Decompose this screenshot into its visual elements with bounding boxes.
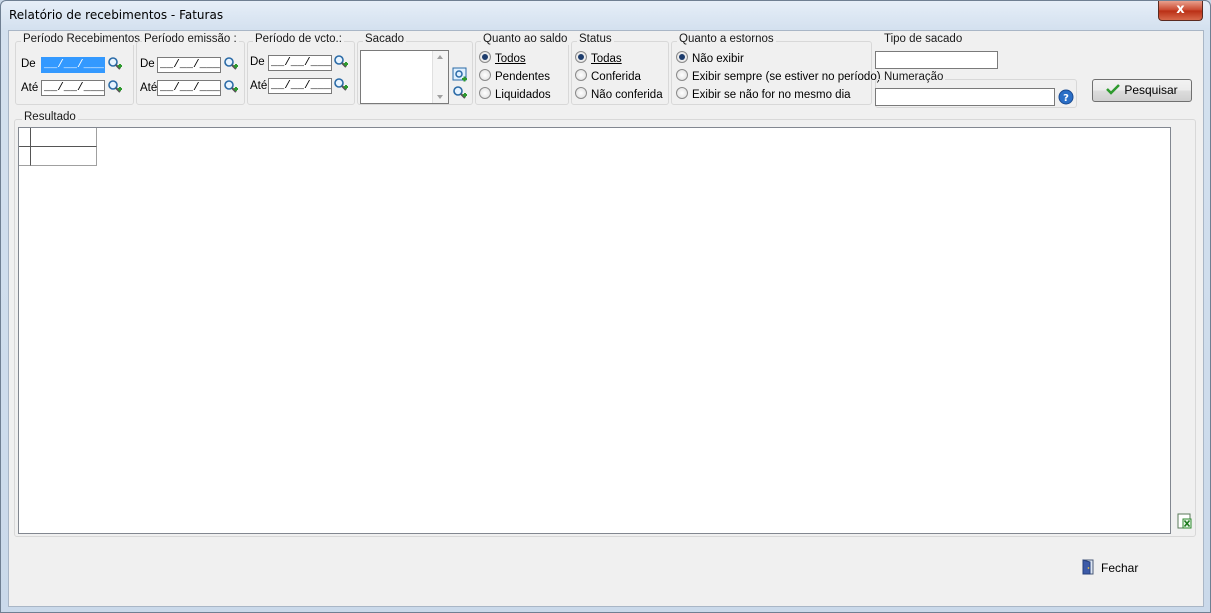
radio-checked-icon — [479, 51, 491, 63]
grid-row-indicator[interactable] — [19, 147, 31, 166]
app-window: Relatório de recebimentos - Faturas x Pe… — [0, 0, 1211, 613]
excel-export-icon[interactable] — [1176, 513, 1192, 529]
radio-label: Exibir sempre (se estiver no período) — [692, 71, 881, 83]
group-label-tipo-sacado: Tipo de sacado — [882, 33, 965, 45]
tipo-sacado-field[interactable] — [875, 51, 998, 69]
radio-label: Pendentes — [495, 71, 550, 83]
fechar-label: Fechar — [1101, 561, 1139, 575]
label-ate: Até — [21, 82, 39, 94]
radio-saldo-todos[interactable]: Todos — [479, 51, 526, 67]
window-title: Relatório de recebimentos - Faturas — [9, 8, 224, 22]
group-label-estornos: Quanto a estornos — [677, 33, 776, 45]
radio-saldo-pendentes[interactable]: Pendentes — [479, 69, 550, 85]
radio-estornos-nao-exibir[interactable]: Não exibir — [676, 51, 744, 67]
group-periodo-vcto: Período de vcto.: — [247, 33, 355, 105]
label-de: De — [250, 56, 265, 68]
radio-unchecked-icon — [676, 69, 688, 81]
date-field-vcto-de[interactable]: __/__/____ — [268, 55, 332, 71]
label-ate: Até — [250, 80, 268, 92]
radio-label: Todos — [495, 53, 526, 65]
radio-saldo-liquidados[interactable]: Liquidados — [479, 87, 551, 103]
scroll-down-icon[interactable] — [437, 95, 443, 99]
group-label-periodo-recebimentos: Período Recebimentos — [21, 33, 142, 45]
radio-unchecked-icon — [479, 87, 491, 99]
radio-label: Todas — [591, 53, 622, 65]
radio-unchecked-icon — [479, 69, 491, 81]
date-field-emissao-de[interactable]: __/__/____ — [157, 57, 221, 73]
pesquisar-label: Pesquisar — [1124, 83, 1178, 97]
scroll-up-icon[interactable] — [437, 55, 443, 59]
search-add-icon[interactable] — [107, 56, 123, 72]
radio-label: Conferida — [591, 71, 641, 83]
group-label-periodo-vcto: Período de vcto.: — [253, 33, 344, 45]
grid-corner-cell — [19, 128, 31, 147]
date-field-recebimentos-de[interactable]: __/__/____ — [41, 57, 105, 73]
title-bar[interactable]: Relatório de recebimentos - Faturas x — [1, 1, 1210, 29]
search-add-icon[interactable] — [452, 85, 468, 101]
radio-unchecked-icon — [676, 87, 688, 99]
group-label-resultado: Resultado — [22, 111, 78, 123]
label-ate: Até — [140, 82, 158, 94]
radio-unchecked-icon — [575, 87, 587, 99]
date-field-vcto-ate[interactable]: __/__/____ — [268, 78, 332, 94]
search-add-icon[interactable] — [223, 79, 239, 95]
radio-status-nao-conferida[interactable]: Não conferida — [575, 87, 663, 103]
resultado-grid[interactable] — [18, 127, 1171, 534]
help-icon[interactable]: ? — [1058, 89, 1074, 105]
date-field-emissao-ate[interactable]: __/__/____ — [157, 80, 221, 96]
grid-cell[interactable] — [31, 147, 97, 166]
group-label-status: Status — [577, 33, 614, 45]
date-field-recebimentos-ate[interactable]: __/__/____ — [41, 80, 105, 96]
sacado-list[interactable] — [360, 50, 449, 104]
radio-checked-icon — [676, 51, 688, 63]
close-button[interactable]: x — [1158, 1, 1203, 21]
door-exit-icon — [1082, 559, 1094, 575]
group-label-periodo-emissao: Período emissão : — [142, 33, 239, 45]
sacado-select-icon[interactable] — [452, 67, 468, 83]
sacado-list-scrollbar[interactable] — [432, 51, 448, 103]
radio-label: Liquidados — [495, 89, 551, 101]
search-add-icon[interactable] — [107, 79, 123, 95]
group-label-quanto-saldo: Quanto ao saldo — [481, 33, 570, 45]
numeracao-field[interactable] — [875, 88, 1055, 106]
radio-status-todas[interactable]: Todas — [575, 51, 622, 67]
svg-text:?: ? — [1063, 93, 1069, 104]
radio-label: Não exibir — [692, 53, 744, 65]
search-add-icon[interactable] — [223, 56, 239, 72]
radio-unchecked-icon — [575, 69, 587, 81]
radio-status-conferida[interactable]: Conferida — [575, 69, 641, 85]
radio-estornos-exibir-sempre[interactable]: Exibir sempre (se estiver no período) — [676, 69, 881, 85]
label-de: De — [21, 58, 36, 70]
grid-header-cell[interactable] — [31, 128, 97, 147]
group-label-numeracao: Numeração — [882, 71, 946, 83]
radio-estornos-exibir-se-nao[interactable]: Exibir se não for no mesmo dia — [676, 87, 851, 103]
group-label-sacado: Sacado — [363, 33, 407, 45]
radio-checked-icon — [575, 51, 587, 63]
fechar-button[interactable]: Fechar — [1082, 559, 1138, 579]
client-area: Período Recebimentos De __/__/____ Até _… — [8, 30, 1204, 607]
pesquisar-button[interactable]: Pesquisar — [1092, 79, 1192, 102]
search-add-icon[interactable] — [333, 54, 349, 70]
radio-label: Não conferida — [591, 89, 663, 101]
radio-label: Exibir se não for no mesmo dia — [692, 89, 851, 101]
label-de: De — [140, 58, 155, 70]
check-icon — [1106, 84, 1121, 95]
search-add-icon[interactable] — [333, 77, 349, 93]
